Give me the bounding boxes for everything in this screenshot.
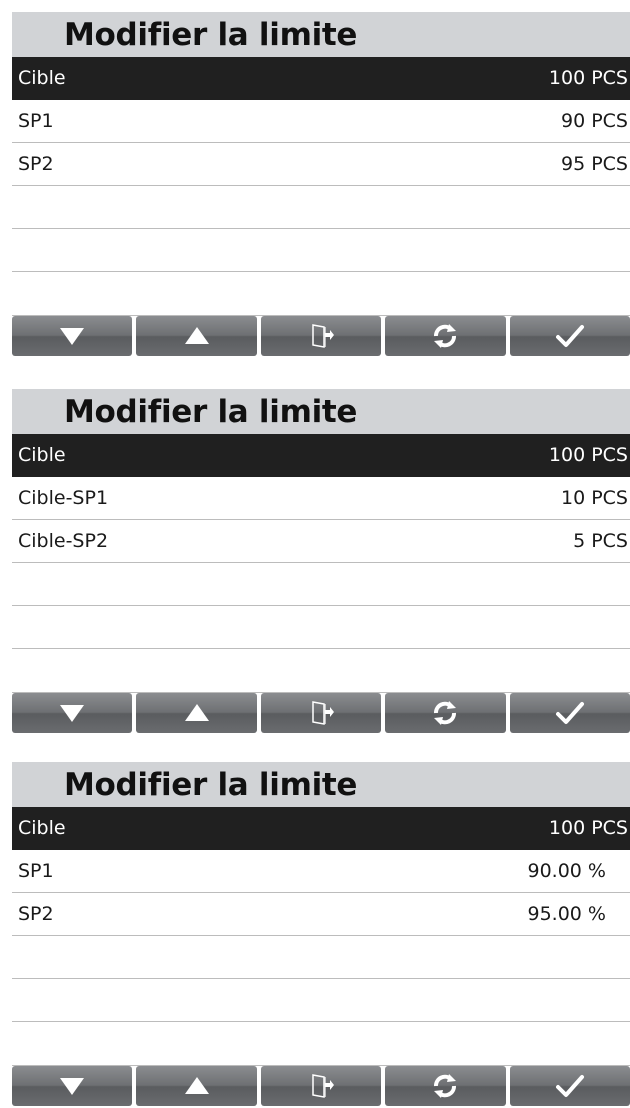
down-button[interactable]: [12, 1066, 133, 1106]
softkey-toolbar: [12, 316, 630, 356]
accept-button[interactable]: [509, 1066, 630, 1106]
list-item-value: 100 PCS: [548, 444, 628, 466]
list-item-label: Cible: [18, 444, 66, 466]
reset-button[interactable]: [385, 316, 506, 356]
limit-list: Cible 100 PCS SP1 90.00 % SP2 95.00 %: [12, 807, 630, 1066]
down-button[interactable]: [12, 693, 133, 733]
list-item-value: 90.00 %: [527, 860, 607, 882]
list-item-label: Cible-SP1: [18, 487, 109, 509]
triangle-down-icon: [60, 1078, 85, 1095]
list-item-empty: [12, 979, 630, 1022]
checkmark-icon: [555, 1075, 584, 1097]
edit-limit-screen-2: Modifier la limite Cible 100 PCS Cible-S…: [12, 389, 630, 733]
refresh-icon: [434, 701, 457, 725]
list-item-sp2[interactable]: SP2 95.00 %: [12, 893, 630, 936]
list-item-label: SP2: [18, 153, 54, 175]
list-item-sp1[interactable]: SP1 90 PCS: [12, 100, 630, 143]
up-button[interactable]: [136, 316, 257, 356]
list-item-target[interactable]: Cible 100 PCS: [12, 807, 630, 850]
triangle-up-icon: [184, 704, 209, 721]
list-item-empty: [12, 1022, 630, 1066]
checkmark-icon: [555, 325, 584, 347]
down-button[interactable]: [12, 316, 133, 356]
exit-button[interactable]: [260, 1066, 382, 1106]
list-item-value: 10 PCS: [560, 487, 628, 509]
triangle-up-icon: [184, 327, 209, 344]
refresh-icon: [434, 1074, 457, 1098]
list-item-value: 100 PCS: [548, 67, 628, 89]
list-item-value: 5 PCS: [573, 530, 628, 552]
edit-limit-screen-1: Modifier la limite Cible 100 PCS SP1 90 …: [12, 12, 630, 356]
triangle-up-icon: [184, 1077, 209, 1094]
edit-limit-screen-3: Modifier la limite Cible 100 PCS SP1 90.…: [12, 762, 630, 1106]
exit-door-icon: [312, 701, 335, 725]
list-item-target-sp1[interactable]: Cible-SP1 10 PCS: [12, 477, 630, 520]
reset-button[interactable]: [385, 693, 506, 733]
softkey-toolbar: [12, 693, 630, 733]
list-item-label: Cible-SP2: [18, 530, 109, 552]
list-item-value: 100 PCS: [548, 817, 628, 839]
list-item-empty: [12, 563, 630, 606]
list-item-empty: [12, 606, 630, 649]
list-item-label: SP2: [18, 903, 54, 925]
exit-door-icon: [312, 324, 335, 348]
exit-button[interactable]: [260, 316, 382, 356]
list-item-target-sp2[interactable]: Cible-SP2 5 PCS: [12, 520, 630, 563]
up-button[interactable]: [136, 693, 257, 733]
list-item-value: 95.00 %: [527, 903, 607, 925]
list-item-sp2[interactable]: SP2 95 PCS: [12, 143, 630, 186]
list-item-label: Cible: [18, 817, 66, 839]
list-item-empty: [12, 229, 630, 272]
screen-title: Modifier la limite: [12, 12, 630, 57]
list-item-value: 95 PCS: [560, 153, 628, 175]
list-item-target[interactable]: Cible 100 PCS: [12, 57, 630, 100]
list-item-label: Cible: [18, 67, 66, 89]
screen-title: Modifier la limite: [12, 389, 630, 434]
limit-list: Cible 100 PCS Cible-SP1 10 PCS Cible-SP2…: [12, 434, 630, 693]
list-item-empty: [12, 649, 630, 693]
accept-button[interactable]: [509, 316, 630, 356]
exit-button[interactable]: [260, 693, 382, 733]
list-item-label: SP1: [18, 110, 54, 132]
list-item-label: SP1: [18, 860, 54, 882]
accept-button[interactable]: [509, 693, 630, 733]
limit-list: Cible 100 PCS SP1 90 PCS SP2 95 PCS: [12, 57, 630, 316]
screen-title: Modifier la limite: [12, 762, 630, 807]
refresh-icon: [434, 324, 457, 348]
list-item-empty: [12, 186, 630, 229]
list-item-sp1[interactable]: SP1 90.00 %: [12, 850, 630, 893]
exit-door-icon: [312, 1074, 335, 1098]
list-item-target[interactable]: Cible 100 PCS: [12, 434, 630, 477]
list-item-empty: [12, 936, 630, 979]
up-button[interactable]: [136, 1066, 257, 1106]
list-item-empty: [12, 272, 630, 316]
checkmark-icon: [555, 702, 584, 724]
reset-button[interactable]: [385, 1066, 506, 1106]
triangle-down-icon: [60, 705, 85, 722]
list-item-value: 90 PCS: [560, 110, 628, 132]
softkey-toolbar: [12, 1066, 630, 1106]
triangle-down-icon: [60, 328, 85, 345]
